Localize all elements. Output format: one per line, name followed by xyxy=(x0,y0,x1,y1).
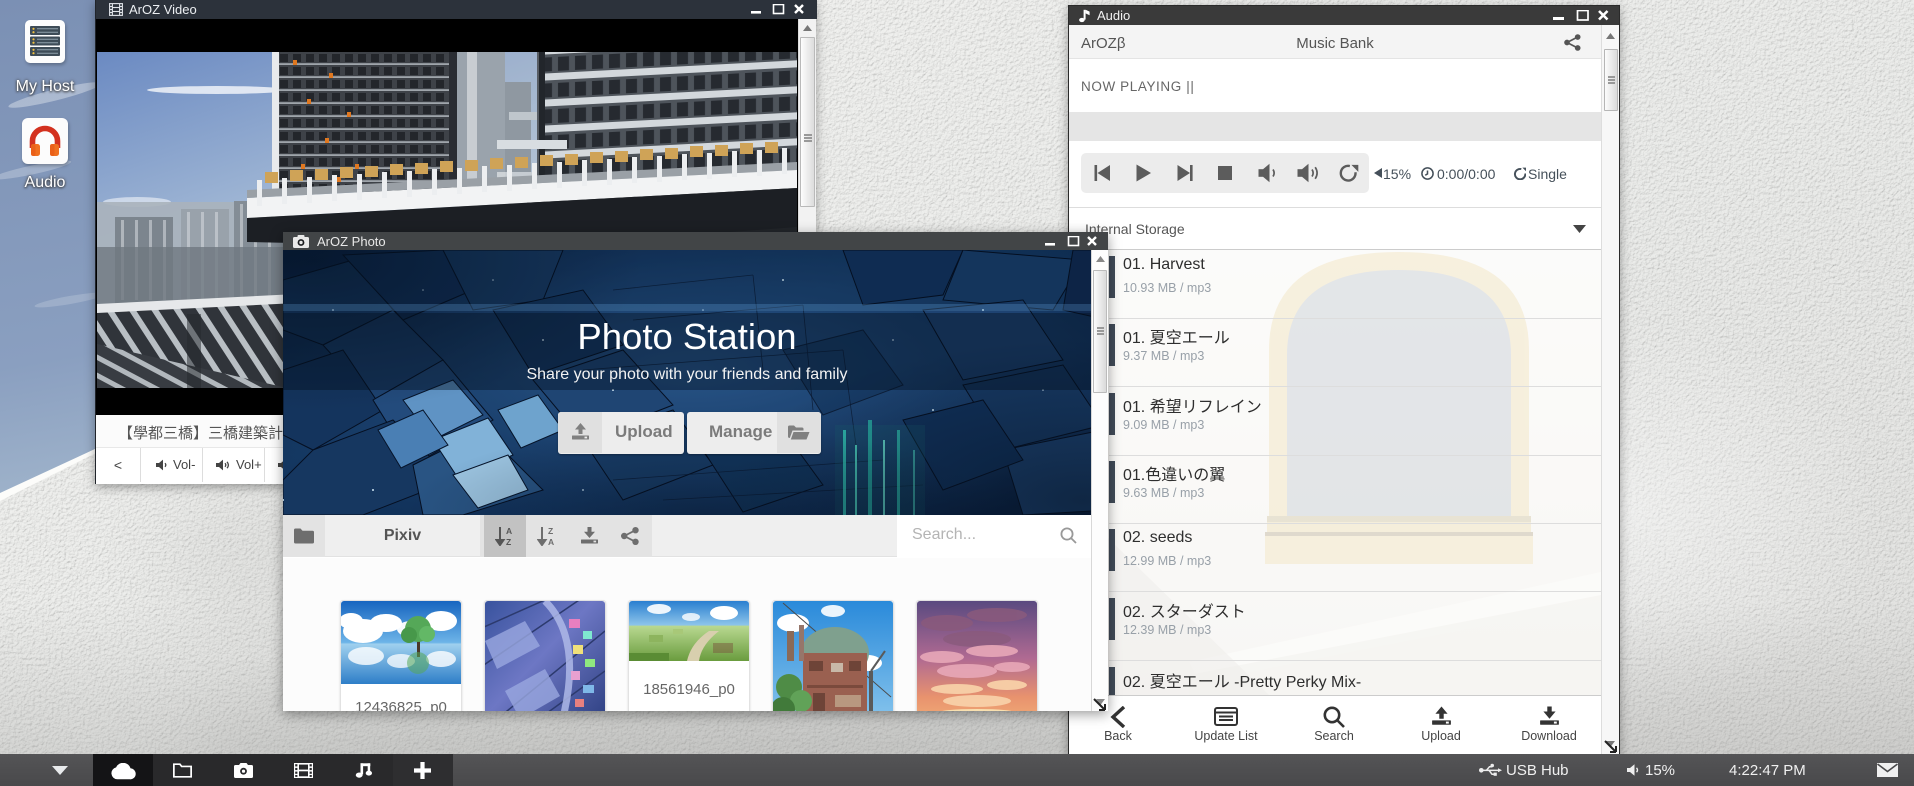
svg-text:Z: Z xyxy=(548,526,553,536)
svg-text:A: A xyxy=(506,526,512,536)
svg-text:A: A xyxy=(548,537,554,546)
svg-text:Z: Z xyxy=(506,537,511,546)
